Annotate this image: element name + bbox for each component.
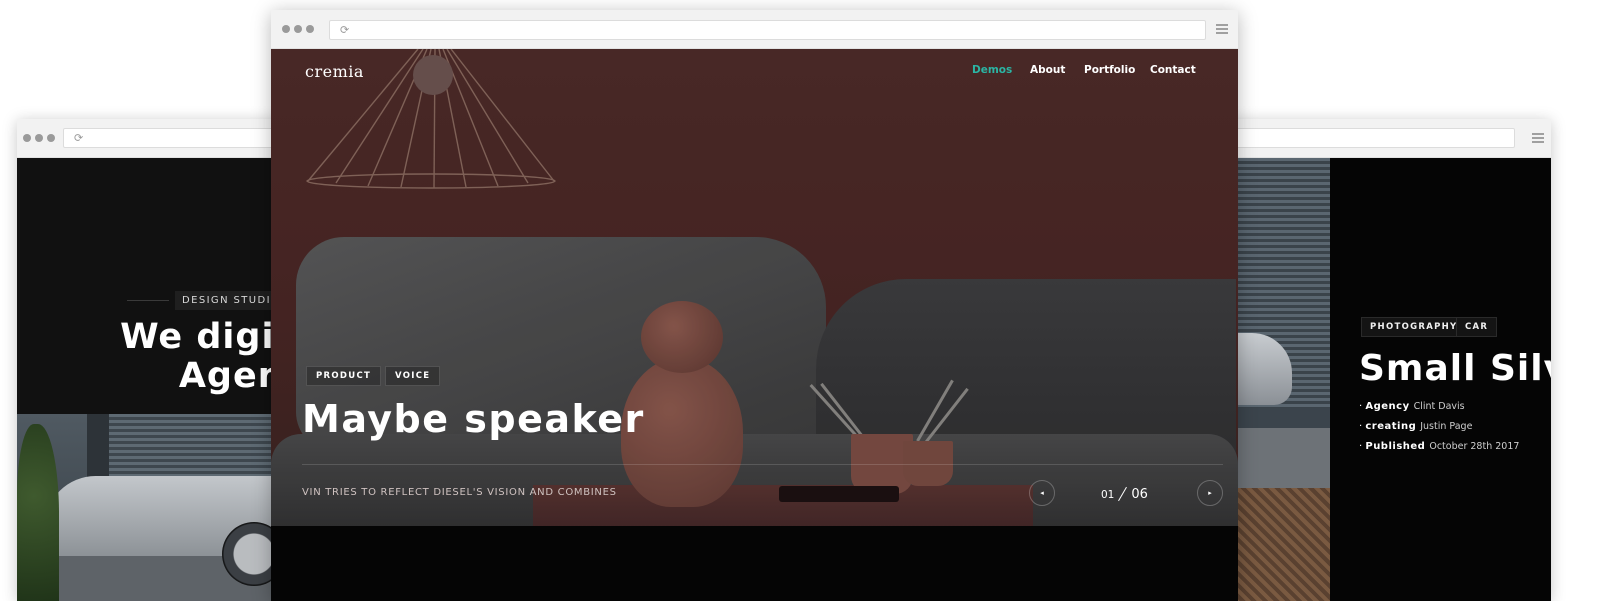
chevron-right-icon: ▸ [1208, 489, 1212, 497]
page-bottom-section [271, 526, 1238, 601]
window-controls [282, 25, 314, 33]
browser-toolbar [1206, 119, 1551, 158]
meta-key: Agency [1365, 401, 1410, 412]
photography-tag[interactable]: PHOTOGRAPHY [1361, 317, 1467, 337]
meta-row: · Published October 28th 2017 [1359, 441, 1520, 452]
bush [17, 424, 59, 601]
meta-row: · Agency Clint Davis [1359, 401, 1465, 412]
slide-total: 06 [1131, 487, 1148, 502]
voice-tag[interactable]: VOICE [385, 366, 441, 386]
tag-divider [127, 300, 169, 301]
window-dot[interactable] [306, 25, 314, 33]
product-tag[interactable]: PRODUCT [306, 366, 382, 386]
center-browser-window: ⟳ cremia Demos About Portfolio Contact P… [271, 10, 1238, 601]
window-dot[interactable] [294, 25, 302, 33]
address-bar[interactable] [1206, 128, 1515, 148]
window-controls [23, 134, 55, 142]
hero-overlay [271, 49, 1238, 526]
window-dot[interactable] [23, 134, 31, 142]
meta-row: · creating Justin Page [1359, 421, 1473, 432]
meta-value: October 28th 2017 [1429, 441, 1520, 452]
site-logo[interactable]: cremia [305, 62, 364, 81]
hero-divider [302, 464, 1223, 465]
slide-counter: 01 06 [1101, 483, 1148, 502]
hamburger-menu-icon[interactable] [1216, 24, 1228, 36]
meta-value: Justin Page [1420, 421, 1473, 432]
hero-slide: cremia Demos About Portfolio Contact PRO… [271, 49, 1238, 526]
meta-value: Clint Davis [1413, 401, 1465, 412]
hamburger-menu-icon[interactable] [1532, 133, 1544, 145]
car-tag[interactable]: CAR [1456, 317, 1498, 337]
window-dot[interactable] [282, 25, 290, 33]
hero-title: Maybe speaker [302, 397, 645, 441]
right-info-panel: PHOTOGRAPHY CAR Small Silver · AgencyCli… [1330, 158, 1551, 601]
next-slide-button[interactable]: ▸ [1197, 480, 1223, 506]
meta-key: creating [1365, 421, 1417, 432]
right-hero-title: Small Silver [1359, 348, 1551, 389]
address-bar[interactable]: ⟳ [329, 20, 1206, 40]
reload-icon[interactable]: ⟳ [74, 133, 83, 144]
browser-toolbar: ⟳ [271, 10, 1238, 49]
counter-slash [1118, 486, 1128, 501]
window-dot[interactable] [35, 134, 43, 142]
nav-contact[interactable]: Contact [1150, 64, 1196, 76]
slide-current: 01 [1101, 489, 1115, 501]
prev-slide-button[interactable]: ◂ [1029, 480, 1055, 506]
right-browser-window: PHOTOGRAPHY CAR Small Silver · AgencyCli… [1206, 119, 1551, 601]
meta-key: Published [1365, 441, 1426, 452]
window-dot[interactable] [47, 134, 55, 142]
nav-portfolio[interactable]: Portfolio [1084, 64, 1135, 76]
hero-subtitle: VIN TRIES TO REFLECT DIESEL'S VISION AND… [302, 487, 617, 498]
chevron-left-icon: ◂ [1040, 489, 1044, 497]
nav-about[interactable]: About [1030, 64, 1065, 76]
nav-demos[interactable]: Demos [972, 64, 1012, 76]
reload-icon[interactable]: ⟳ [340, 25, 349, 36]
